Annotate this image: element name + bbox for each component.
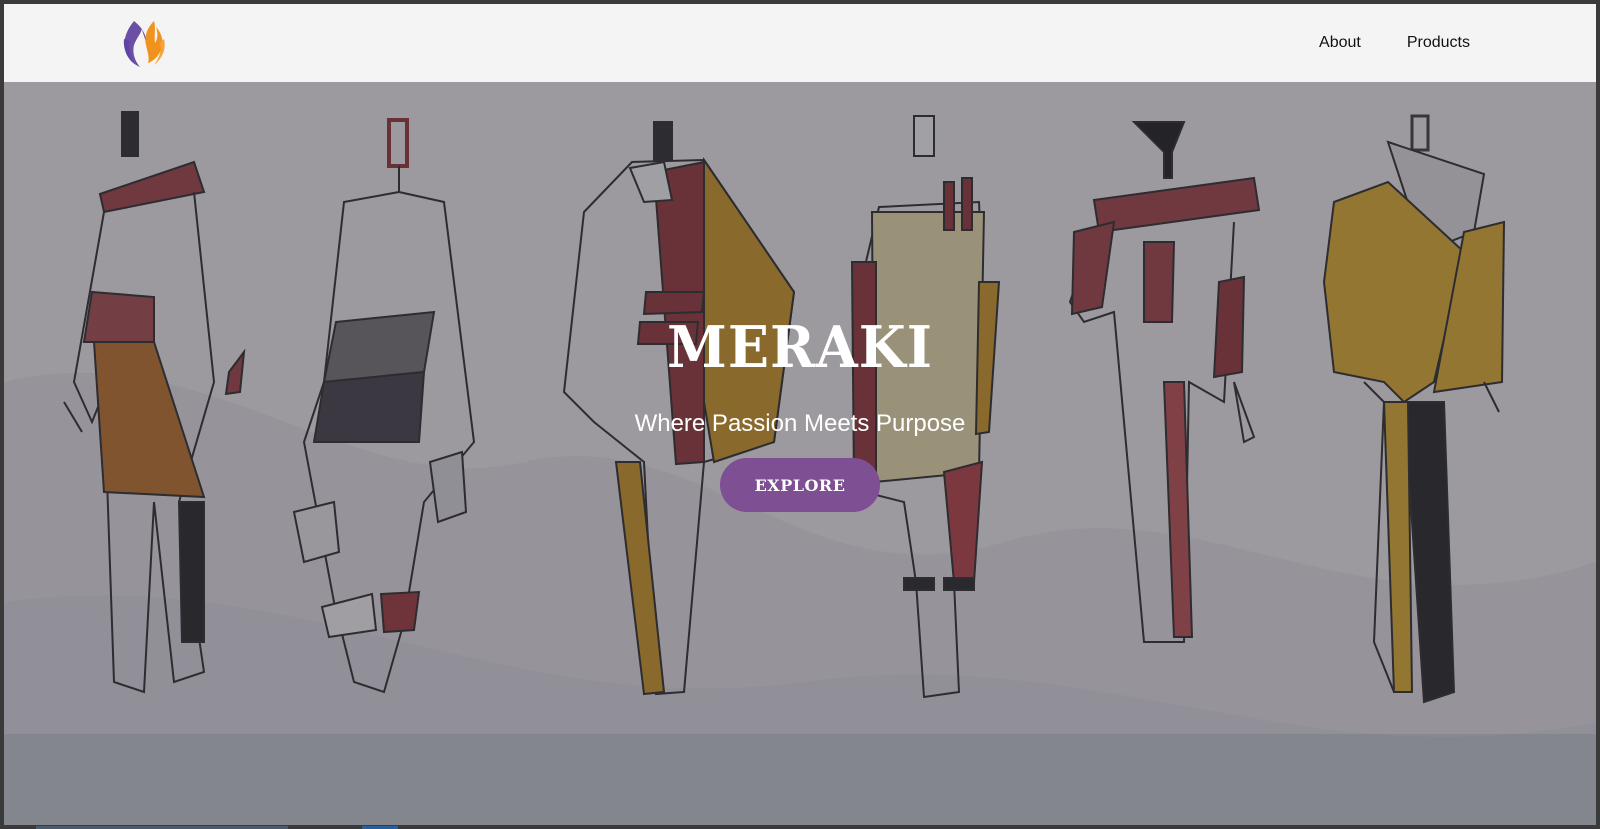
hero-tagline: Where Passion Meets Purpose (634, 410, 966, 437)
meraki-flame-logo-icon (123, 21, 165, 67)
brand-title: MERAKI (667, 313, 933, 381)
nav-link-about[interactable]: About (1319, 34, 1361, 52)
hero-section: MERAKI Where Passion Meets Purpose EXPLO… (4, 82, 1596, 825)
nav-links: About Products (1319, 34, 1470, 52)
explore-button[interactable]: EXPLORE (720, 458, 880, 512)
browser-viewport: About Products MERAKI Where Passion Meet… (4, 4, 1596, 825)
logo-link[interactable] (120, 17, 170, 69)
hero-content: MERAKI Where Passion Meets Purpose EXPLO… (4, 312, 1596, 512)
taskbar-edge (0, 825, 1600, 829)
navbar: About Products (4, 4, 1596, 82)
hero-bottom-band (4, 734, 1596, 825)
nav-link-products[interactable]: Products (1407, 34, 1470, 52)
